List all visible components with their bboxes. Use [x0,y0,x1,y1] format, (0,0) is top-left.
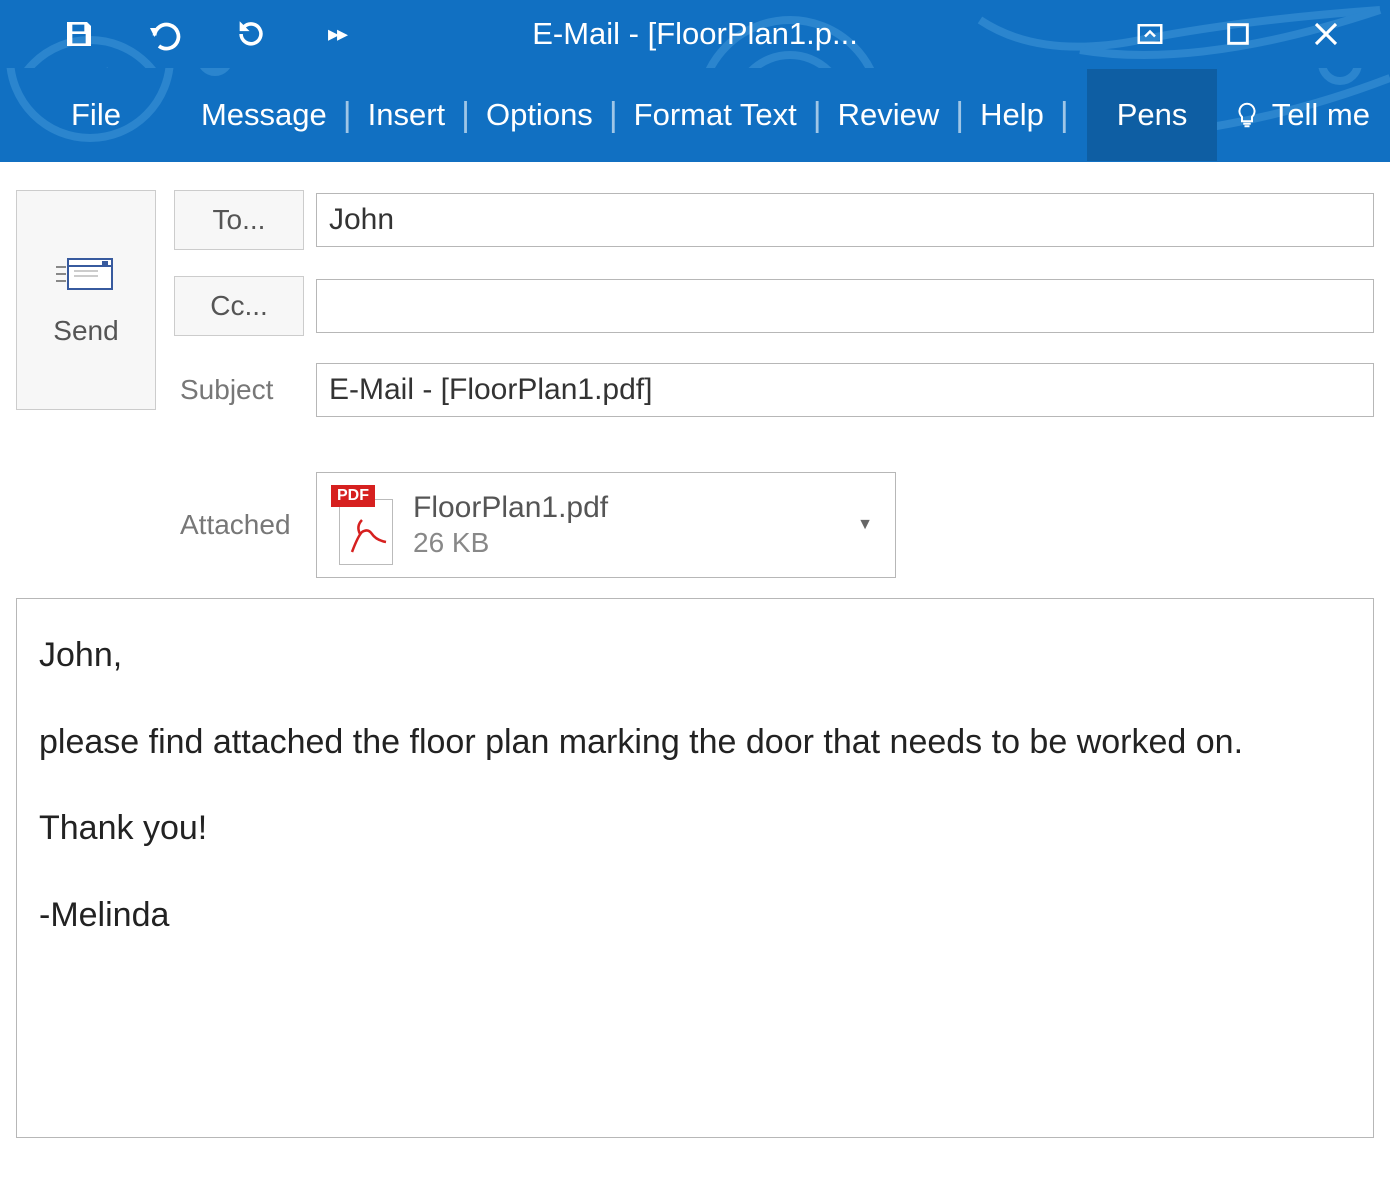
body-thanks: Thank you! [39,802,1351,855]
send-label: Send [53,315,118,347]
ribbon-display-icon[interactable] [1131,15,1169,53]
undo-icon[interactable] [146,15,184,53]
subject-input[interactable] [316,363,1374,417]
tab-insert[interactable]: Insert [352,89,462,141]
subject-label: Subject [174,362,304,418]
refresh-icon[interactable] [232,15,270,53]
overflow-icon[interactable]: ▸▸ [318,15,356,53]
attachment-size: 26 KB [413,527,608,559]
cc-button[interactable]: Cc... [174,276,304,336]
tab-help[interactable]: Help [964,89,1060,141]
attached-label: Attached [174,497,304,553]
cc-input[interactable] [316,279,1374,333]
send-button[interactable]: Send [16,190,156,410]
maximize-icon[interactable] [1219,15,1257,53]
body-paragraph: please find attached the floor plan mark… [39,716,1351,769]
window-title: E-Mail - [FloorPlan1.p... [532,16,858,52]
to-button[interactable]: To... [174,190,304,250]
message-body[interactable]: John, please find attached the floor pla… [16,598,1374,1138]
tab-options[interactable]: Options [470,89,609,141]
lightbulb-icon [1232,100,1262,130]
pdf-file-icon: PDF [331,485,395,565]
tab-review[interactable]: Review [822,89,956,141]
tell-me[interactable]: Tell me [1232,97,1390,133]
tab-format-text[interactable]: Format Text [618,89,813,141]
save-icon[interactable] [60,15,98,53]
compose-area: Send To... Cc... Subject Attached [0,162,1390,1154]
attachment-chip[interactable]: PDF FloorPlan1.pdf 26 KB ▼ [316,472,896,578]
chevron-down-icon[interactable]: ▼ [857,516,873,534]
titlebar: ▸▸ E-Mail - [FloorPlan1.p... [0,0,1390,68]
attachment-name: FloorPlan1.pdf [413,491,608,525]
tab-message[interactable]: Message [185,89,343,141]
envelope-icon [54,253,118,297]
close-icon[interactable] [1307,15,1345,53]
body-greeting: John, [39,629,1351,682]
body-signature: -Melinda [39,889,1351,942]
tab-pens[interactable]: Pens [1087,69,1218,161]
tab-file[interactable]: File [55,89,137,141]
pdf-badge: PDF [331,485,375,507]
ribbon: File Message | Insert | Options | Format… [0,68,1390,162]
to-input[interactable] [316,193,1374,247]
